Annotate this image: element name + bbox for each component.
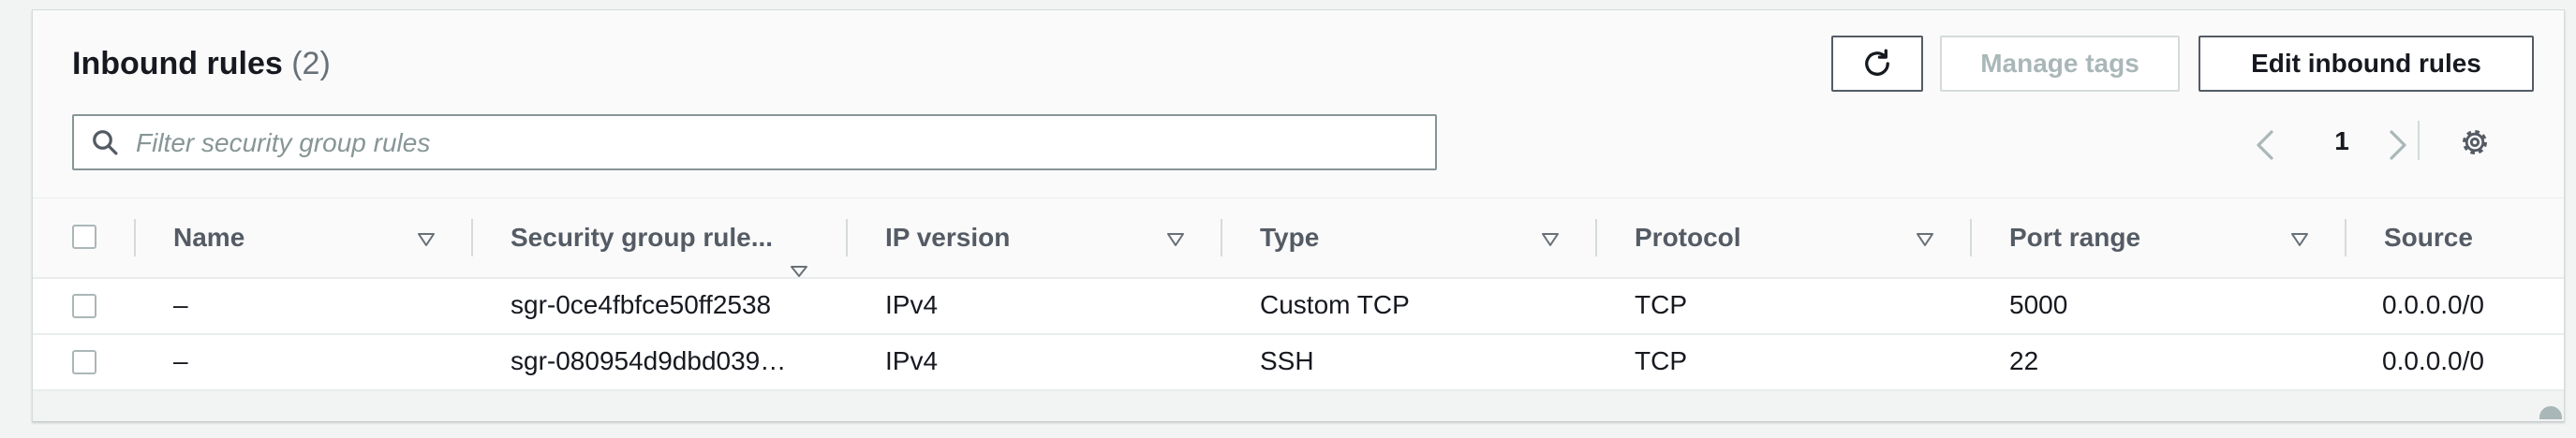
panel-title-text: Inbound rules <box>72 46 283 81</box>
sort-triangle-icon[interactable] <box>1166 232 1185 247</box>
sort-triangle-icon[interactable] <box>2290 232 2309 247</box>
cell-name: – <box>173 290 188 319</box>
filter-field[interactable] <box>72 114 1437 170</box>
cell-type: Custom TCP <box>1260 290 1410 319</box>
column-separator <box>846 219 848 256</box>
row-checkbox[interactable] <box>72 294 96 318</box>
cell-source: 0.0.0.0/0 <box>2382 346 2484 375</box>
column-separator <box>134 219 136 256</box>
cell-rule-id: sgr-080954d9dbd039… <box>511 346 787 375</box>
search-icon <box>93 130 118 155</box>
table-row[interactable]: – sgr-080954d9dbd039… IPv4 SSH TCP 22 0.… <box>33 335 2564 391</box>
cell-ip-version: IPv4 <box>885 346 939 375</box>
column-separator <box>2345 219 2347 256</box>
cell-protocol: TCP <box>1635 290 1687 319</box>
chevron-right-icon[interactable] <box>2386 130 2408 160</box>
column-header-name[interactable]: Name <box>173 223 244 253</box>
column-separator <box>1221 219 1222 256</box>
sort-triangle-icon[interactable] <box>1541 232 1560 247</box>
column-separator <box>1970 219 1972 256</box>
table-row[interactable]: – sgr-0ce4fbfce50ff2538 IPv4 Custom TCP … <box>33 279 2564 335</box>
manage-tags-button[interactable]: Manage tags <box>1940 36 2180 92</box>
column-separator <box>1595 219 1597 256</box>
rule-count: (2) <box>291 46 331 81</box>
edit-inbound-rules-button[interactable]: Edit inbound rules <box>2198 36 2534 92</box>
column-header-ip-version[interactable]: IP version <box>885 223 1010 253</box>
cell-protocol: TCP <box>1635 346 1687 375</box>
rules-table: Name Security group rule... IP version T… <box>33 197 2564 421</box>
cell-port-range: 5000 <box>2009 290 2068 319</box>
refresh-button[interactable] <box>1831 36 1923 92</box>
select-all-checkbox[interactable] <box>72 225 96 249</box>
resize-handle[interactable] <box>2539 406 2562 419</box>
gear-icon[interactable] <box>2459 126 2491 158</box>
inbound-rules-panel: Inbound rules (2) Manage tags Edit inbou… <box>32 9 2565 421</box>
cell-port-range: 22 <box>2009 346 2039 375</box>
cell-type: SSH <box>1260 346 1314 375</box>
chevron-left-icon[interactable] <box>2255 130 2277 160</box>
column-header-protocol[interactable]: Protocol <box>1635 223 1741 253</box>
pager-divider <box>2418 121 2420 160</box>
column-header-rule-id[interactable]: Security group rule... <box>511 223 773 253</box>
row-checkbox[interactable] <box>72 350 96 374</box>
filter-input[interactable] <box>134 124 1421 163</box>
sort-triangle-icon[interactable] <box>1916 232 1934 247</box>
sort-triangle-icon[interactable] <box>417 232 436 247</box>
column-header-type[interactable]: Type <box>1260 223 1319 253</box>
cell-rule-id: sgr-0ce4fbfce50ff2538 <box>511 290 772 319</box>
column-header-port-range[interactable]: Port range <box>2009 223 2140 253</box>
panel-title: Inbound rules (2) <box>72 46 331 82</box>
sort-triangle-icon[interactable] <box>790 266 808 277</box>
refresh-icon <box>1865 49 1889 76</box>
cell-source: 0.0.0.0/0 <box>2382 290 2484 319</box>
cell-ip-version: IPv4 <box>885 290 939 319</box>
column-header-source[interactable]: Source <box>2384 223 2473 253</box>
table-header: Name Security group rule... IP version T… <box>33 198 2564 279</box>
column-separator <box>471 219 473 256</box>
current-page[interactable]: 1 <box>2330 126 2354 156</box>
cell-name: – <box>173 346 188 375</box>
